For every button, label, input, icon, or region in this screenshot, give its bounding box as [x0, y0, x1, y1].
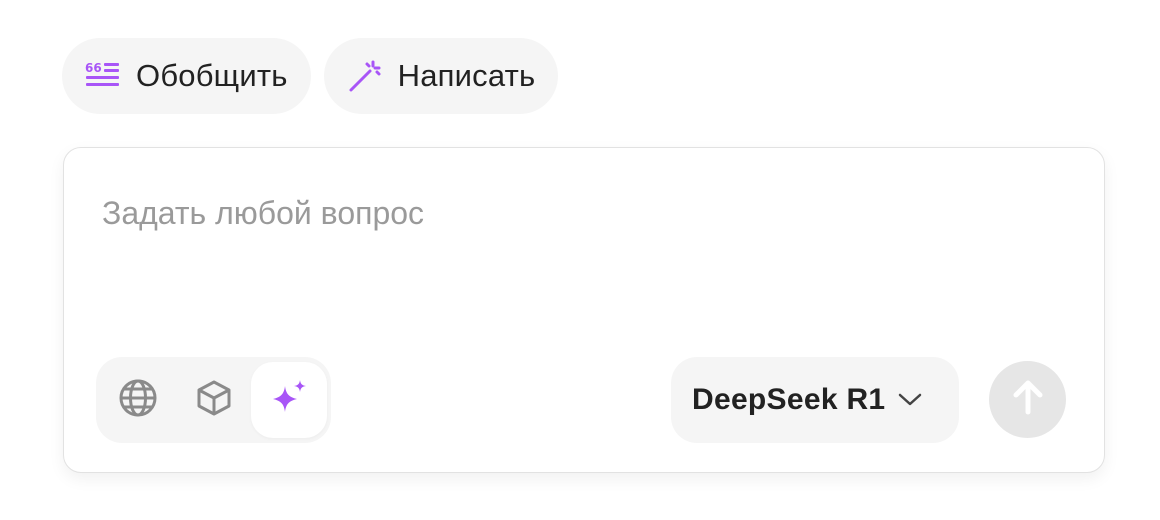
artifact-toggle[interactable] [176, 362, 252, 438]
chevron-down-icon [897, 392, 923, 408]
write-label: Написать [397, 58, 536, 93]
svg-text:66: 66 [85, 61, 102, 75]
sparkle-icon [269, 378, 309, 423]
globe-icon [118, 378, 158, 423]
model-selector[interactable]: DeepSeek R1 [671, 357, 959, 443]
reasoning-toggle[interactable] [251, 362, 328, 438]
chat-page: 66 Обобщить Написать Задать любой вопрос… [0, 0, 1160, 520]
prompt-input[interactable] [102, 188, 1042, 238]
summarize-icon: 66 [84, 57, 122, 95]
composer-box: DeepSeek R1 [63, 147, 1105, 473]
model-selector-label: DeepSeek R1 [692, 383, 886, 416]
tool-group [96, 357, 331, 443]
write-button[interactable]: Написать [323, 38, 559, 114]
web-search-toggle[interactable] [100, 362, 176, 438]
quick-actions: 66 Обобщить Написать [62, 38, 559, 114]
arrow-up-icon [1010, 377, 1046, 422]
magic-wand-icon [346, 57, 384, 95]
send-button[interactable] [989, 361, 1066, 438]
summarize-button[interactable]: 66 Обобщить [62, 38, 311, 114]
summarize-label: Обобщить [136, 58, 288, 93]
cube-icon [195, 379, 233, 422]
